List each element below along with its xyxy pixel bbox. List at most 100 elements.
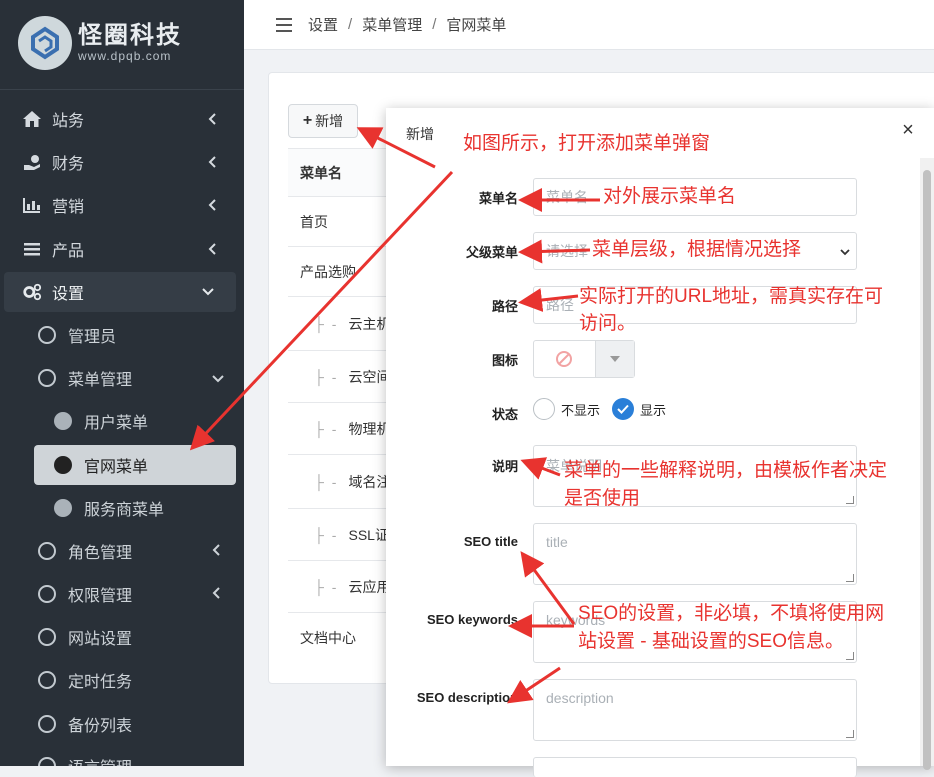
chevron-left-icon [204,241,220,257]
annotation-desc-2: 是否使用 [564,488,641,509]
sidebar-item-settings[interactable]: 设置 [4,272,236,312]
next-field-input[interactable] [533,757,857,777]
table-cell: 云应用 [348,578,391,595]
chevron-down-icon [840,243,850,259]
brand-url: www.dpqb.com [78,49,172,63]
parent-label: 父级菜单 [465,245,518,260]
description-label: 说明 [491,459,518,474]
check-icon [612,398,634,420]
circle-outline-icon [38,369,56,387]
add-menu-button[interactable]: + 新增 [288,104,358,138]
chevron-left-icon [212,586,220,604]
tree-line-icon: ├ - [314,526,339,543]
input-placeholder: 路径 [546,297,574,313]
seo-title-textarea[interactable]: title [533,523,857,585]
tree-line-icon: ├ - [314,368,339,385]
annotation-open-dialog: 如图所示，打开添加菜单弹窗 [463,133,711,154]
table-cell: 产品选购 [300,263,356,280]
sidebar-item-cron[interactable]: 定时任务 [0,660,244,700]
icon-label: 图标 [491,353,518,368]
sidebar-item-label: 财务 [52,156,85,173]
circle-outline-icon [38,671,56,689]
brand-name: 怪圈科技 [78,22,182,49]
sidebar-item-permissions[interactable]: 权限管理 [0,574,244,614]
tree-line-icon: ├ - [314,578,339,595]
seo-description-textarea[interactable]: description [533,679,857,741]
sidebar-item-label: 语言管理 [68,754,132,766]
annotation-parent: 菜单层级，根据情况选择 [592,239,802,260]
scrollbar-thumb[interactable] [923,170,931,770]
icon-picker[interactable] [533,340,635,378]
tree-line-icon: ├ - [314,315,339,332]
breadcrumb-item-current: 官网菜单 [446,17,507,34]
seo-description-label: SEO description [416,690,518,705]
radio-circle-icon [533,398,555,420]
tree-line-icon: ├ - [314,473,339,490]
sidebar-item-label: 产品 [52,243,85,260]
circle-outline-icon [38,326,56,344]
dialog-title: 新增 [406,126,434,142]
annotation-path-2: 访问。 [579,313,637,334]
chevron-down-icon [200,284,216,300]
annotation-seo-1: SEO的设置，非必填，不填将使用网 [578,603,885,624]
chevron-left-icon [204,197,220,213]
sidebar-item-label: 备份列表 [68,718,133,735]
input-placeholder: description [546,690,614,706]
table-cell: 域名注 [348,473,391,490]
resize-handle-icon[interactable] [846,730,854,738]
sidebar-item-station[interactable]: 站务 [0,99,244,139]
plus-icon: + [302,112,313,129]
sidebar-item-marketing[interactable]: 营销 [0,185,244,225]
sidebar-item-finance[interactable]: 财务 [0,142,244,182]
status-show-radio[interactable]: 显示 [612,398,666,420]
dot-icon [54,412,72,430]
home-icon [22,109,42,129]
sidebar-item-label: 管理员 [68,329,117,346]
path-label: 路径 [491,299,518,314]
dot-icon [54,499,72,517]
resize-handle-icon[interactable] [846,652,854,660]
sidebar-item-site-menu[interactable]: 官网菜单 [34,445,236,485]
input-placeholder: 菜单名 [546,189,588,205]
hamburger-menu-icon[interactable] [276,17,292,32]
sidebar-item-label: 营销 [52,199,85,216]
status-hide-radio[interactable]: 不显示 [533,398,600,420]
table-cell: 云主机 [348,315,391,332]
sidebar-item-language[interactable]: 语言管理 [0,746,244,766]
sidebar-item-label: 权限管理 [68,588,133,605]
select-value: 请选择 [546,243,588,259]
brand-logo[interactable]: 怪圈科技 www.dpqb.com [18,15,182,71]
close-icon[interactable]: × [898,120,918,140]
logo-mark-icon [18,16,72,70]
input-placeholder: title [546,534,568,550]
caret-down-icon[interactable] [594,341,634,377]
sidebar-item-label: 用户菜单 [84,415,149,432]
sidebar-item-roles[interactable]: 角色管理 [0,531,244,571]
sidebar-item-menu-manage[interactable]: 菜单管理 [0,358,244,398]
chevron-left-icon [212,543,220,561]
name-label: 菜单名 [478,191,518,206]
sidebar-item-label: 站务 [52,113,85,130]
sidebar-item-backups[interactable]: 备份列表 [0,704,244,744]
sidebar-item-provider-menu[interactable]: 服务商菜单 [0,488,244,528]
dot-icon [54,456,72,474]
sidebar-item-admins[interactable]: 管理员 [0,315,244,355]
sidebar: 怪圈科技 www.dpqb.com 站务 财务 营销 产品 设置 管理员 菜单管… [0,0,244,766]
dialog-scrollbar[interactable] [920,158,934,770]
resize-handle-icon[interactable] [846,574,854,582]
sidebar-item-label: 网站设置 [68,631,133,648]
sidebar-item-user-menu[interactable]: 用户菜单 [0,401,244,441]
list-icon [22,239,42,259]
table-header-cell: 菜单名 [300,164,342,181]
sidebar-item-label: 菜单管理 [68,372,133,389]
breadcrumb-separator: / [432,16,437,33]
breadcrumb-separator: / [348,16,353,33]
sidebar-item-product[interactable]: 产品 [0,229,244,269]
breadcrumb-item[interactable]: 设置 [308,14,338,35]
sidebar-item-site-settings[interactable]: 网站设置 [0,617,244,657]
breadcrumb-item[interactable]: 菜单管理 [362,14,422,35]
gears-icon [22,282,42,302]
annotation-seo-2: 站设置 - 基础设置的SEO信息。 [578,631,845,652]
resize-handle-icon[interactable] [846,496,854,504]
circle-outline-icon [38,628,56,646]
